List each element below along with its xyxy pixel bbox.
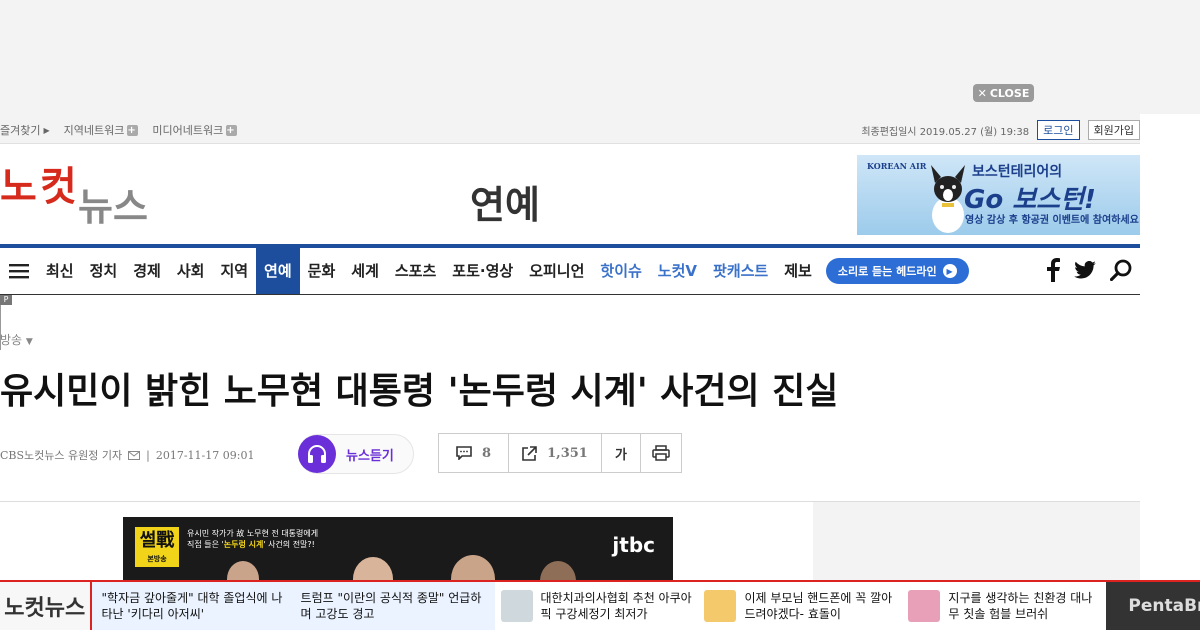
headphones-icon bbox=[298, 435, 336, 473]
site-logo[interactable]: 노 컷 뉴스 bbox=[0, 158, 160, 229]
listen-label: 뉴스듣기 bbox=[346, 448, 394, 464]
nav-item-14[interactable]: 제보 bbox=[776, 248, 820, 294]
ticker-text: 트럼프 "이란의 공식적 종말" 언급하며 고강도 경고 bbox=[300, 591, 482, 621]
main-nav: 최신 정치 경제 사회 지역 연예 문화 세계 스포츠 포토·영상 오피니언 핫이슈 노컷V 팟캐스트 제보… bbox=[0, 244, 1140, 295]
category-dropdown[interactable]: 방송 ▼ bbox=[0, 331, 33, 348]
nav-item-5[interactable]: 연예 bbox=[256, 248, 300, 294]
play-icon: ▶ bbox=[942, 264, 957, 278]
bookmark-link[interactable]: 즐겨찾기 ▶ bbox=[0, 122, 50, 138]
utility-bar: 즐겨찾기 ▶ 지역네트워크 + 미디어네트워크 + 최종편집일시 2019.05.27… bbox=[0, 114, 1140, 144]
ticker-item[interactable]: 이제 부모님 핸드폰에 꼭 깔아드려야겠다- 효돌이 bbox=[698, 582, 902, 630]
email-icon[interactable] bbox=[128, 450, 141, 460]
sidebar-ad bbox=[813, 502, 1140, 580]
ad-banner[interactable]: KOREAN AIR 보스턴테리어의 Go 보스턴! 영상 감상 후 항공권 이… bbox=[857, 155, 1140, 235]
print-icon bbox=[652, 445, 670, 461]
video-caption-1: 유시민 작가가 故 노무현 전 대통령에게 bbox=[187, 529, 319, 538]
article-headline: 유시민이 밝힌 노무현 대통령 '논두렁 시계' 사건의 진실 bbox=[0, 371, 839, 412]
nav-item-4[interactable]: 지역 bbox=[212, 248, 256, 294]
hamburger-menu-icon[interactable] bbox=[0, 263, 38, 279]
nav-item-2[interactable]: 경제 bbox=[125, 248, 169, 294]
login-button[interactable]: 로그인 bbox=[1037, 120, 1080, 140]
nav-item-8[interactable]: 스포츠 bbox=[387, 248, 444, 294]
nav-item-12[interactable]: 노컷V bbox=[650, 248, 705, 294]
close-icon: ✕ bbox=[977, 86, 987, 100]
banner-line1: 보스턴테리어의 bbox=[972, 164, 1063, 180]
nocut-logo-icon: 노 컷 뉴스 bbox=[0, 164, 148, 229]
comments-button[interactable]: 8 bbox=[439, 434, 509, 472]
chevron-down-icon: ▼ bbox=[25, 337, 33, 347]
svg-text:뉴스: 뉴스 bbox=[78, 185, 148, 224]
ticker-text: 지구를 생각하는 친환경 대나무 칫솔 험블 브러쉬 bbox=[948, 591, 1093, 621]
share-icon bbox=[522, 445, 537, 461]
ticker-text: "학자금 갚아줄게" 대학 졸업식에 나타난 '키다리 아저씨' bbox=[101, 591, 283, 621]
ticker-item[interactable]: 트럼프 "이란의 공식적 종말" 언급하며 고강도 경고 bbox=[290, 582, 495, 630]
font-size-button[interactable]: 가 bbox=[602, 434, 641, 472]
caret-right-icon: ▶ bbox=[43, 125, 50, 135]
plus-icon: + bbox=[127, 124, 139, 136]
ticker-logo-text: 노컷뉴스 bbox=[4, 596, 86, 621]
last-edited: 최종편집일시 2019.05.27 (월) 19:38 bbox=[861, 126, 1030, 138]
comment-count: 8 bbox=[481, 445, 492, 461]
social-links bbox=[1046, 258, 1132, 282]
program-tag: 썰戰 본방송 bbox=[135, 527, 179, 567]
nav-item-9[interactable]: 포토·영상 bbox=[444, 248, 521, 294]
dog-image-icon bbox=[931, 165, 965, 233]
byline-separator: | bbox=[146, 448, 150, 462]
site-header: 노 컷 뉴스 연예 KOREAN AIR 보스턴테리어의 Go 보스턴! 영상 … bbox=[0, 144, 1140, 244]
nav-item-10[interactable]: 오피니언 bbox=[521, 248, 592, 294]
audio-headline-button[interactable]: 소리로 듣는 헤드라인 ▶ bbox=[825, 258, 969, 284]
print-button[interactable] bbox=[641, 434, 681, 472]
share-count: 1,351 bbox=[547, 445, 588, 461]
panel-people-image-icon bbox=[227, 555, 576, 580]
banner-brand: KOREAN AIR bbox=[867, 161, 927, 171]
p-badge: P bbox=[0, 295, 12, 305]
news-ticker: 노컷뉴스 "학자금 갚아줄게" 대학 졸업식에 나타난 '키다리 아저씨' 트럼프… bbox=[0, 580, 1200, 630]
ticker-thumbnail bbox=[500, 590, 533, 622]
signup-button[interactable]: 회원가입 bbox=[1087, 120, 1140, 140]
video-player[interactable]: 썰戰 본방송 유시민 작가가 故 노무현 전 대통령에게 직접 들은 '논두렁 … bbox=[123, 517, 673, 580]
ad-close-button[interactable]: ✕ CLOSE bbox=[973, 84, 1034, 102]
nav-item-7[interactable]: 세계 bbox=[343, 248, 387, 294]
ticker-thumbnail bbox=[908, 590, 941, 622]
comment-icon bbox=[456, 446, 472, 460]
listen-news-button[interactable]: 뉴스듣기 bbox=[298, 434, 414, 474]
article-tools: 8 1,351 가 bbox=[438, 433, 682, 473]
plus-icon: + bbox=[226, 124, 238, 136]
nav-item-6[interactable]: 문화 bbox=[300, 248, 344, 294]
banner-line3: 영상 감상 후 항공권 이벤트에 참여하세요 bbox=[965, 215, 1139, 226]
section-title: 연예 bbox=[470, 183, 540, 227]
byline: CBS노컷뉴스 유원정 기자 | 2017-11-17 09:01 bbox=[0, 447, 254, 463]
region-network-link[interactable]: 지역네트워크 + bbox=[64, 122, 139, 138]
article-date: 2017-11-17 09:01 bbox=[155, 448, 255, 462]
share-button[interactable]: 1,351 bbox=[509, 434, 602, 472]
ad-close-label: CLOSE bbox=[989, 86, 1030, 100]
search-icon[interactable] bbox=[1110, 259, 1132, 281]
ticker-text: 대한치과의사협회 추천 아쿠아픽 구강세정기 최저가 bbox=[540, 591, 692, 621]
nav-item-3[interactable]: 사회 bbox=[169, 248, 213, 294]
nav-item-11[interactable]: 핫이슈 bbox=[592, 248, 649, 294]
nav-item-1[interactable]: 정치 bbox=[82, 248, 126, 294]
reporter-name[interactable]: CBS노컷뉴스 유원정 기자 bbox=[0, 447, 122, 463]
media-network-link[interactable]: 미디어네트워크 + bbox=[152, 122, 238, 138]
twitter-icon[interactable] bbox=[1074, 261, 1096, 279]
svg-text:노: 노 bbox=[0, 164, 37, 210]
ticker-item[interactable]: "학자금 갚아줄게" 대학 졸업식에 나타난 '키다리 아저씨' bbox=[91, 582, 291, 630]
sponsor-logo[interactable]: PentaBr bbox=[1106, 582, 1200, 630]
ticker-item[interactable]: 지구를 생각하는 친환경 대나무 칫솔 험블 브러쉬 bbox=[902, 582, 1106, 630]
ticker-thumbnail bbox=[704, 590, 737, 622]
ticker-logo[interactable]: 노컷뉴스 bbox=[0, 582, 92, 630]
ticker-item[interactable]: 대한치과의사협회 추천 아쿠아픽 구강세정기 최저가 bbox=[495, 582, 699, 630]
nav-item-0[interactable]: 최신 bbox=[38, 248, 82, 294]
ticker-text: 이제 부모님 핸드폰에 꼭 깔아드려야겠다- 효돌이 bbox=[744, 591, 893, 621]
channel-logo: jtbc bbox=[612, 533, 655, 557]
nav-item-13[interactable]: 팟캐스트 bbox=[705, 248, 776, 294]
facebook-icon[interactable] bbox=[1046, 258, 1060, 282]
svg-text:컷: 컷 bbox=[40, 164, 77, 210]
